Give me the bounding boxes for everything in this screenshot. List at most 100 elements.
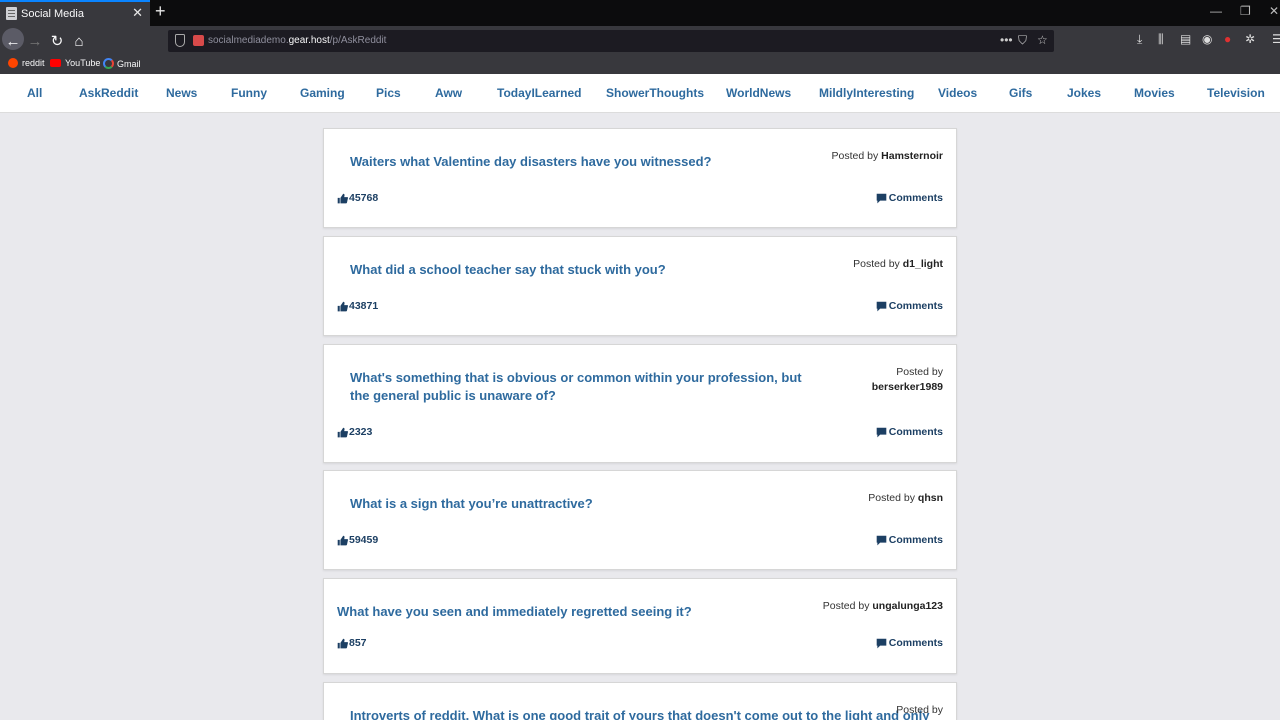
home-icon[interactable]: ⌂ [66,26,92,56]
new-tab-icon[interactable]: + [155,1,166,22]
comments-label: Comments [888,192,943,204]
nav-askreddit[interactable]: AskReddit [79,86,138,100]
post-card: What have you seen and immediately regre… [323,578,957,674]
post-author[interactable]: Hamsternoir [881,150,943,162]
page-actions-icon[interactable]: ••• [1000,33,1013,47]
nav-worldnews[interactable]: WorldNews [726,86,791,100]
post-card: Introverts of reddit. What is one good t… [323,682,957,720]
nav-movies[interactable]: Movies [1134,86,1175,100]
like-count: 2323 [349,426,373,438]
ublock-icon[interactable]: ● [1224,32,1231,46]
tab-title: Social Media [21,8,84,20]
comments-button[interactable]: Comments [876,426,943,438]
youtube-icon [50,59,61,67]
post-card: Waiters what Valentine day disasters hav… [323,128,957,228]
like-button[interactable]: 59459 [337,534,378,546]
post-author-line: Posted by ungalunga123 [822,600,943,612]
comment-icon [876,535,887,545]
reddit-icon [8,58,18,68]
post-author[interactable]: d1_light [903,258,943,270]
pocket-icon[interactable]: ⛉ [1018,33,1027,48]
sidebar-icon[interactable]: ▤ [1180,32,1191,46]
nav-pics[interactable]: Pics [376,86,401,100]
comment-icon [876,301,887,311]
extension-icon[interactable]: ✲ [1245,32,1255,46]
menu-icon[interactable]: ☰ [1272,32,1280,46]
post-author-line: Posted by d1_light [853,258,943,270]
nav-jokes[interactable]: Jokes [1067,86,1101,100]
connection-insecure-icon[interactable] [193,35,204,46]
like-button[interactable]: 857 [337,637,367,649]
page-icon [6,7,17,20]
post-title[interactable]: Introverts of reddit. What is one good t… [350,707,929,720]
nav-aww[interactable]: Aww [435,86,462,100]
minimize-icon[interactable]: — [1210,4,1222,18]
nav-showerthoughts[interactable]: ShowerThoughts [606,86,704,100]
comments-label: Comments [888,637,943,649]
thumbs-up-icon [337,193,348,203]
comment-icon [876,193,887,203]
post-author[interactable]: ungalunga123 [872,600,943,612]
bookmarks-bar: reddit YouTube Gmail [0,56,1280,74]
tracking-shield-icon[interactable] [175,34,185,47]
comment-icon [876,427,887,437]
post-title[interactable]: What did a school teacher say that stuck… [350,261,820,279]
nav-todayilearned[interactable]: TodayILearned [497,86,581,100]
comments-button[interactable]: Comments [876,534,943,546]
category-nav: All AskReddit News Funny Gaming Pics Aww… [0,74,1280,113]
comments-label: Comments [888,534,943,546]
post-author[interactable]: qhsn [918,492,943,504]
post-author[interactable]: berserker1989 [872,381,943,393]
nav-gaming[interactable]: Gaming [300,86,345,100]
thumbs-up-icon [337,638,348,648]
post-card: What did a school teacher say that stuck… [323,236,957,336]
bookmark-star-icon[interactable]: ☆ [1037,33,1048,47]
downloads-icon[interactable]: ⤓ [1137,32,1142,47]
nav-television[interactable]: Television [1207,86,1265,100]
nav-funny[interactable]: Funny [231,86,267,100]
like-count: 43871 [349,300,379,312]
post-author-line: Posted by berserker1989 [871,366,943,393]
window-close-icon[interactable]: ✕ [1269,4,1279,18]
account-icon[interactable]: ◉ [1202,32,1212,46]
like-count: 59459 [349,534,379,546]
nav-all[interactable]: All [27,86,42,100]
post-title[interactable]: What is a sign that you’re unattractive? [350,495,820,513]
restore-icon[interactable]: ❐ [1240,4,1251,18]
like-button[interactable]: 43871 [337,300,378,312]
nav-videos[interactable]: Videos [938,86,977,100]
like-button[interactable]: 2323 [337,426,372,438]
comments-label: Comments [888,426,943,438]
comments-label: Comments [888,300,943,312]
thumbs-up-icon [337,301,348,311]
tab-close-icon[interactable]: ✕ [132,5,143,21]
post-card: What's something that is obvious or comm… [323,344,957,463]
address-bar[interactable]: socialmediademo.gear.host/p/AskReddit ••… [168,30,1054,52]
bookmark-youtube[interactable]: YouTube [50,58,100,68]
post-title[interactable]: What's something that is obvious or comm… [350,369,820,404]
comments-button[interactable]: Comments [876,300,943,312]
url-text[interactable]: socialmediademo.gear.host/p/AskReddit [208,35,386,46]
browser-tab[interactable]: Social Media ✕ [0,0,150,26]
comment-icon [876,638,887,648]
post-title[interactable]: What have you seen and immediately regre… [337,603,807,621]
bookmark-reddit[interactable]: reddit [8,58,45,68]
thumbs-up-icon [337,535,348,545]
thumbs-up-icon [337,427,348,437]
post-author-line: Posted by Hamsternoir [831,150,943,162]
nav-news[interactable]: News [166,86,197,100]
like-button[interactable]: 45768 [337,192,378,204]
post-author-line: Posted by [896,704,943,716]
comments-button[interactable]: Comments [876,637,943,649]
nav-gifs[interactable]: Gifs [1009,86,1032,100]
like-count: 857 [349,637,367,649]
library-icon[interactable]: ⫼ [1158,32,1164,47]
nav-mildlyinteresting[interactable]: MildlyInteresting [819,86,914,100]
post-card: What is a sign that you’re unattractive?… [323,470,957,570]
post-title[interactable]: Waiters what Valentine day disasters hav… [350,153,820,171]
browser-titlebar: Social Media ✕ + — ❐ ✕ [0,0,1280,26]
post-author-line: Posted by qhsn [868,492,943,504]
comments-button[interactable]: Comments [876,192,943,204]
bookmark-gmail[interactable]: Gmail [103,58,141,69]
like-count: 45768 [349,192,379,204]
